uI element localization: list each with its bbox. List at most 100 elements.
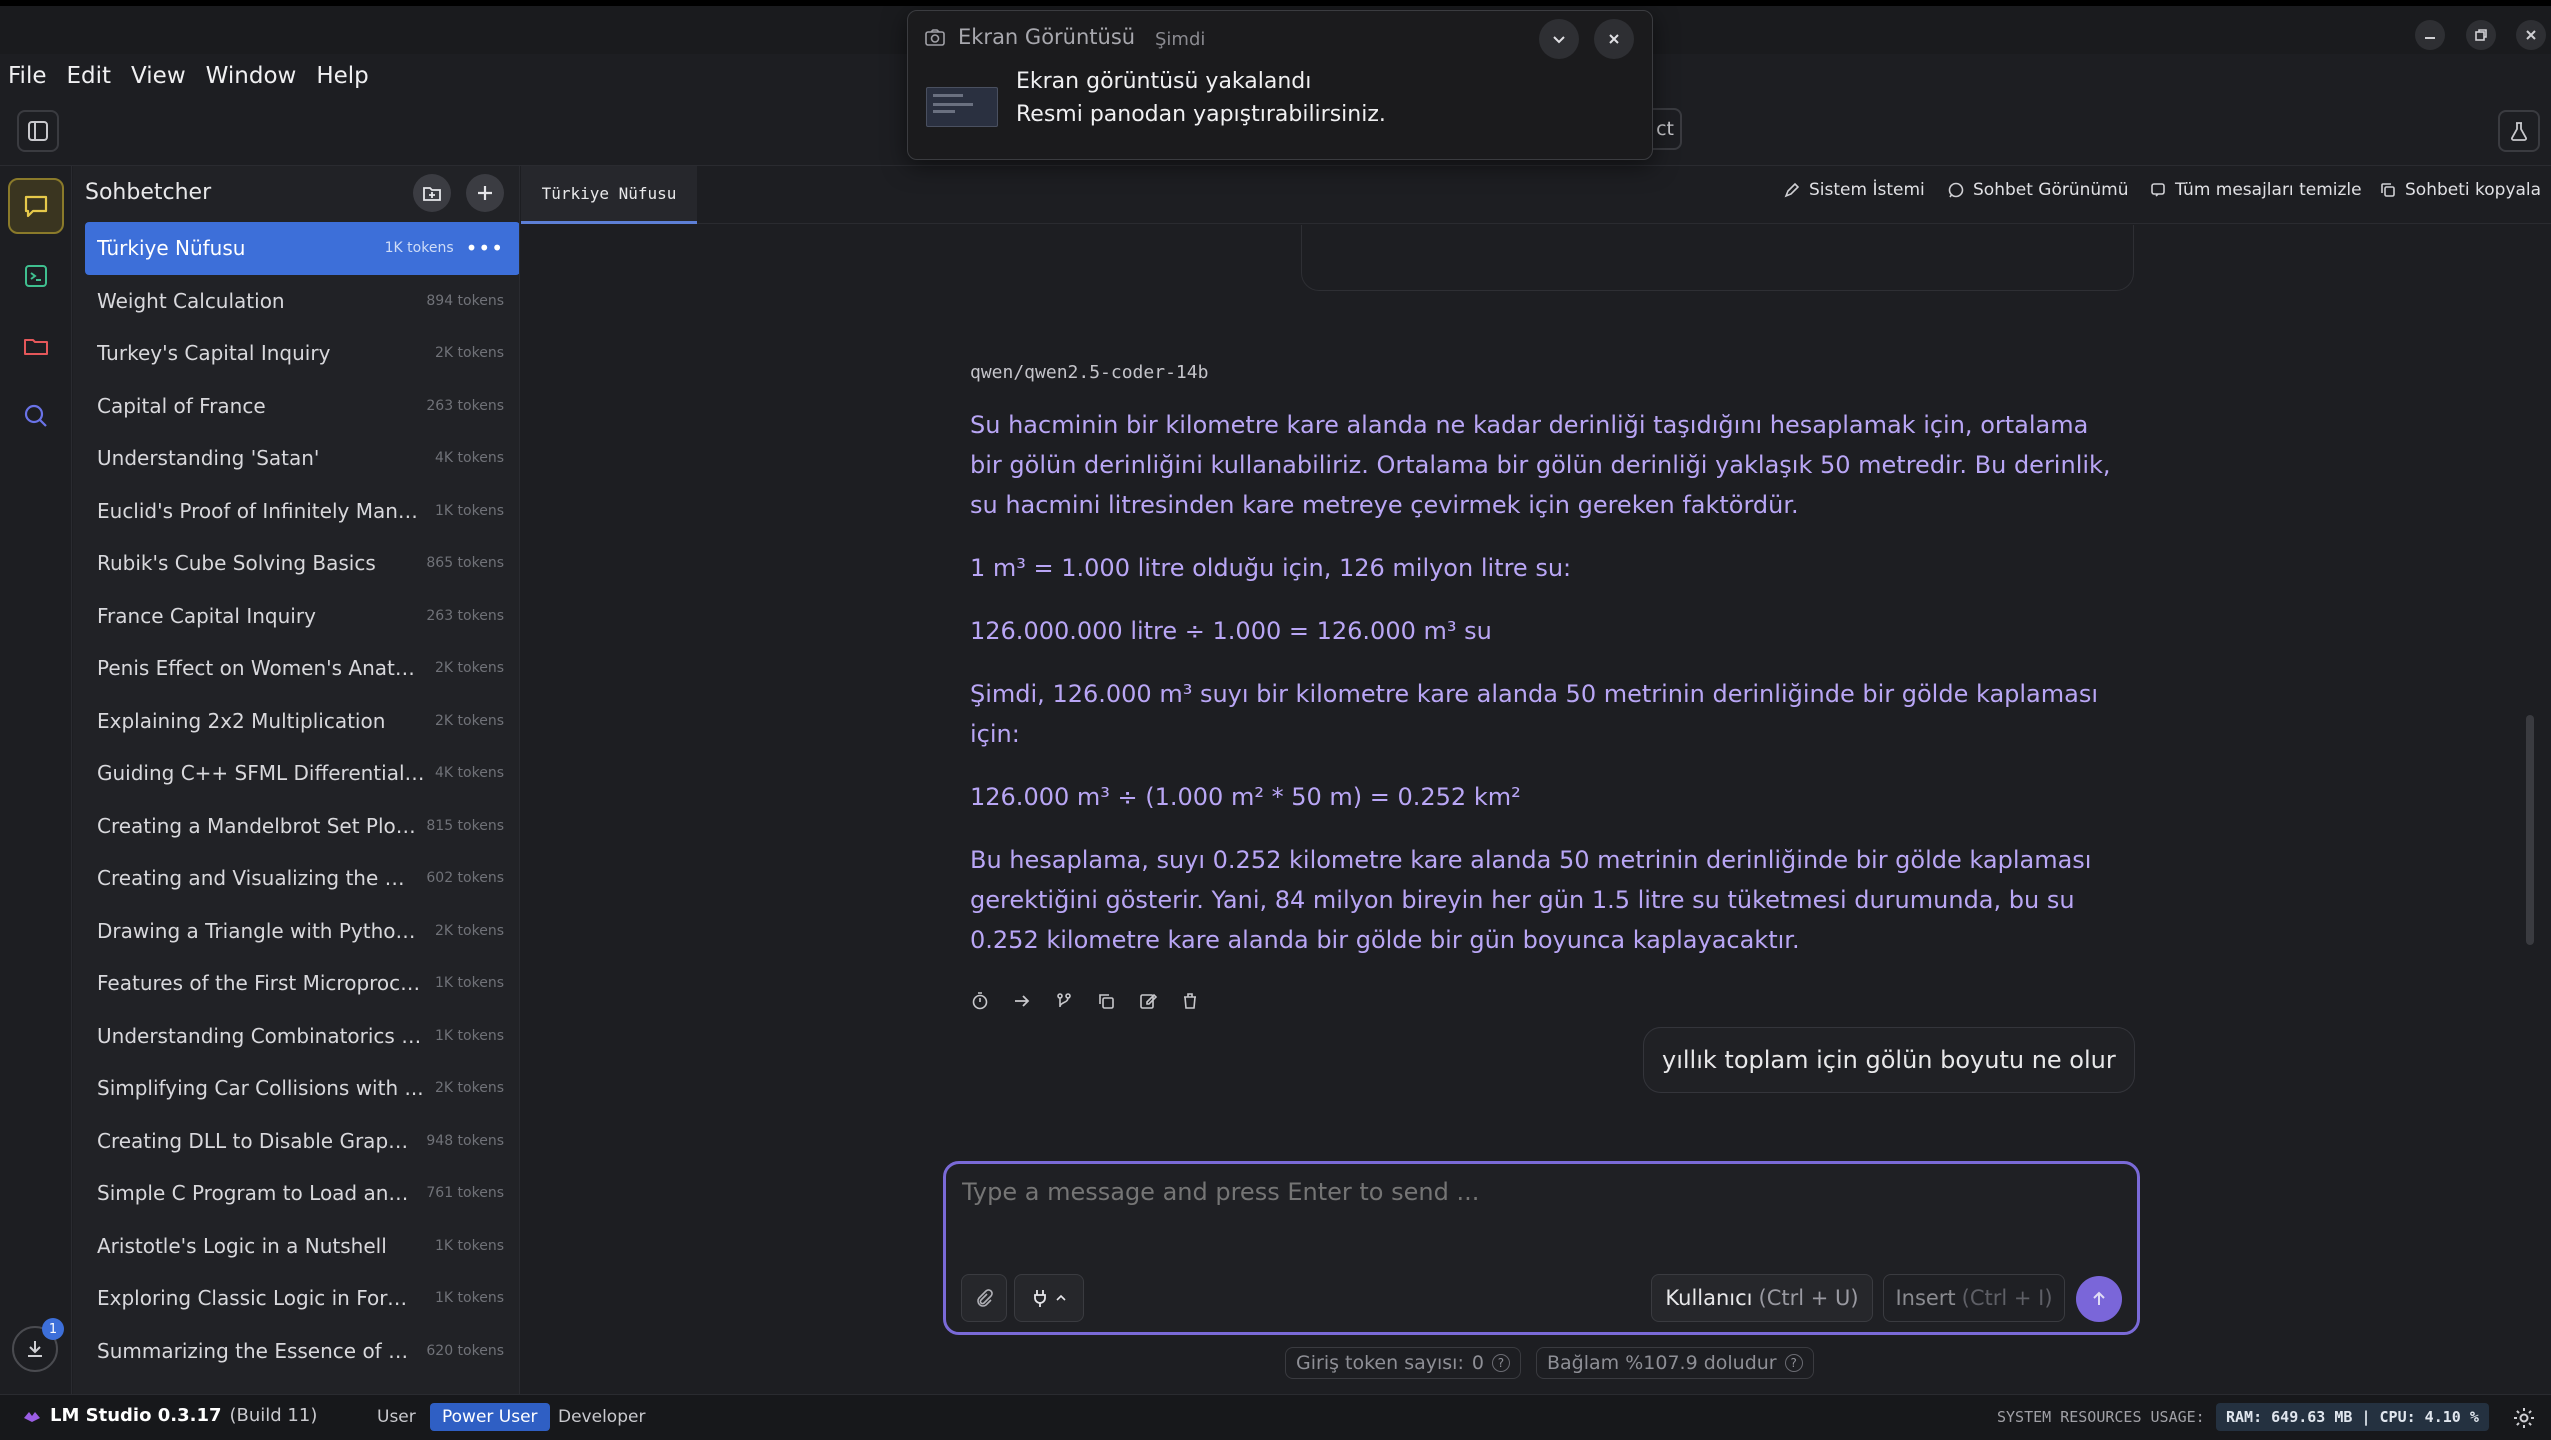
chat-list-item[interactable]: Turkey's Capital Inquiry 2K tokens [85,327,519,380]
rail-chat-button[interactable] [8,178,64,234]
chat-list-item[interactable]: Exploring Classic Logic in Form... 1K tok… [85,1272,519,1325]
notification-app-name: Ekran Görüntüsü [958,25,1136,49]
mode-developer[interactable]: Developer [546,1403,657,1431]
chat-token-count: 2K tokens [435,922,504,939]
edit-icon[interactable] [1138,991,1158,1011]
previous-message-bubble [1301,225,2134,291]
input-token-label: Giriş token sayısı: [1296,1352,1464,1374]
mode-power-user[interactable]: Power User [430,1403,550,1431]
clear-messages-button[interactable]: Tüm mesajları temizle [2149,180,2362,200]
chat-list-item[interactable]: France Capital Inquiry 263 tokens [85,590,519,643]
search-icon [24,404,47,427]
plugins-button[interactable] [1014,1274,1084,1322]
continue-arrow-icon[interactable] [1012,991,1032,1011]
chat-token-count: 263 tokens [426,607,504,624]
close-icon [2526,30,2536,40]
notification-close-button[interactable] [1594,19,1634,59]
chat-token-count: 865 tokens [426,555,504,572]
close-window-button[interactable] [2516,20,2546,50]
chat-bubble-icon [24,195,48,218]
chat-title: Guiding C++ SFML Differential ... [97,761,426,786]
app-version: LM Studio 0.3.17 (Build 11) [22,1405,317,1426]
copy-chat-button[interactable]: Sohbeti kopyala [2379,180,2541,200]
assistant-paragraph: Su hacminin bir kilometre kare alanda ne… [970,411,2111,519]
lab-button[interactable] [2498,110,2540,152]
chat-list-item[interactable]: Aristotle's Logic in a Nutshell 1K tokens [85,1220,519,1273]
clear-chat-icon [2151,183,2165,197]
notification-expand-button[interactable] [1539,19,1579,59]
tab-turkiye-nufusu[interactable]: Türkiye Nüfusu [521,166,697,224]
chat-list-item[interactable]: Features of the First Microproce... 1K to… [85,957,519,1010]
more-options-icon[interactable]: ••• [466,236,504,260]
menu-help[interactable]: Help [316,63,368,89]
copy-message-icon[interactable] [1096,991,1116,1011]
help-icon[interactable]: ? [1491,1354,1510,1372]
system-prompt-button[interactable]: Sistem İstemi [1783,180,1925,200]
mode-user[interactable]: User [365,1403,428,1431]
help-icon[interactable]: ? [1784,1354,1803,1372]
insert-button[interactable]: Insert (Ctrl + I) [1883,1274,2065,1322]
minimize-button[interactable] [2415,20,2445,50]
chevron-up-icon [1056,1294,1066,1301]
chat-list-item[interactable]: Drawing a Triangle with Python ... 2K tok… [85,905,519,958]
maximize-button[interactable] [2466,20,2496,50]
toggle-sidebar-button[interactable] [17,110,59,152]
chat-list-item[interactable]: Summarizing the Essence of A... 620 token… [85,1325,519,1378]
chat-list-item[interactable]: Capital of France 263 tokens [85,380,519,433]
notification-time: Şimdi [1155,29,1206,50]
chat-view-button[interactable]: Sohbet Görünümü [1947,180,2129,200]
message-input[interactable] [962,1178,2112,1248]
chat-list-item[interactable]: Guiding C++ SFML Differential ... 4K toke… [85,747,519,800]
copy-chat-label: Sohbeti kopyala [2405,180,2542,200]
chat-list-item[interactable]: Euclid's Proof of Infinitely Many ... 1K … [85,485,519,538]
chat-list-item[interactable]: Rubik's Cube Solving Basics 865 tokens [85,537,519,590]
downloads-button[interactable]: 1 [12,1318,64,1372]
chat-list-item[interactable]: Understanding Combinatorics i... 1K token… [85,1010,519,1063]
chat-view-label: Sohbet Görünümü [1973,180,2129,200]
role-toggle-button[interactable]: Kullanıcı (Ctrl + U) [1651,1274,1873,1322]
chat-token-count: 263 tokens [426,397,504,414]
chat-scrollbar[interactable] [2526,715,2534,945]
chat-token-count: 2K tokens [435,345,504,362]
menu-file[interactable]: File [8,63,47,89]
new-folder-button[interactable] [413,174,451,212]
chat-list-item[interactable]: Understanding 'Satan' 4K tokens [85,432,519,485]
sidebar-toggle-icon [28,121,48,141]
menu-window[interactable]: Window [206,63,297,89]
chat-list-item[interactable]: Creating a Mandelbrot Set Plot... 815 tok… [85,800,519,853]
chat-list-item[interactable]: Türkiye Nüfusu 1K tokens ••• [85,222,519,275]
chat-list-item[interactable]: Creating DLL to Disable Graphi... 948 tok… [85,1115,519,1168]
rail-models-button[interactable] [8,318,64,374]
lm-studio-logo-icon [24,1411,40,1422]
menu-edit[interactable]: Edit [67,63,112,89]
rail-developer-button[interactable] [8,248,64,304]
send-button[interactable] [2076,1276,2122,1322]
new-chat-button[interactable] [466,174,504,212]
rail-search-button[interactable] [8,388,64,444]
chat-token-count: 4K tokens [435,450,504,467]
chat-title: Weight Calculation [97,288,285,313]
chat-token-count: 2K tokens [435,712,504,729]
branch-icon[interactable] [1054,991,1074,1011]
chat-token-count: 1K tokens [435,1290,504,1307]
message-composer[interactable]: Kullanıcı (Ctrl + U) Insert (Ctrl + I) [943,1161,2140,1335]
screenshot-notification[interactable]: Ekran Görüntüsü Şimdi Ekran görüntüsü ya… [907,10,1653,160]
chat-title: Penis Effect on Women's Anato... [97,656,426,681]
trash-icon[interactable] [1180,991,1200,1011]
role-shortcut: (Ctrl + U) [1758,1286,1859,1310]
chat-list-item[interactable]: Creating and Visualizing the M... 602 tok… [85,852,519,905]
chat-list-item[interactable]: Simplifying Car Collisions with ... 2K to… [85,1062,519,1115]
gear-icon[interactable] [2512,1406,2536,1430]
chat-token-count: 1K tokens [435,975,504,992]
timer-icon[interactable] [970,991,990,1011]
chat-list-item[interactable]: Explaining 2x2 Multiplication 2K tokens [85,695,519,748]
notification-title: Ekran görüntüsü yakalandı [1016,69,1312,94]
chat-title: Aristotle's Logic in a Nutshell [97,1233,387,1258]
status-bar: LM Studio 0.3.17 (Build 11) User Power U… [0,1394,2551,1440]
chat-list-item[interactable]: Weight Calculation 894 tokens [85,275,519,328]
attach-button[interactable] [961,1274,1007,1322]
menu-view[interactable]: View [131,63,186,89]
input-token-count: Giriş token sayısı: 0 ? [1285,1347,1521,1379]
chat-list-item[interactable]: Penis Effect on Women's Anato... 2K token… [85,642,519,695]
chat-list-item[interactable]: Simple C Program to Load and ... 761 toke… [85,1167,519,1220]
